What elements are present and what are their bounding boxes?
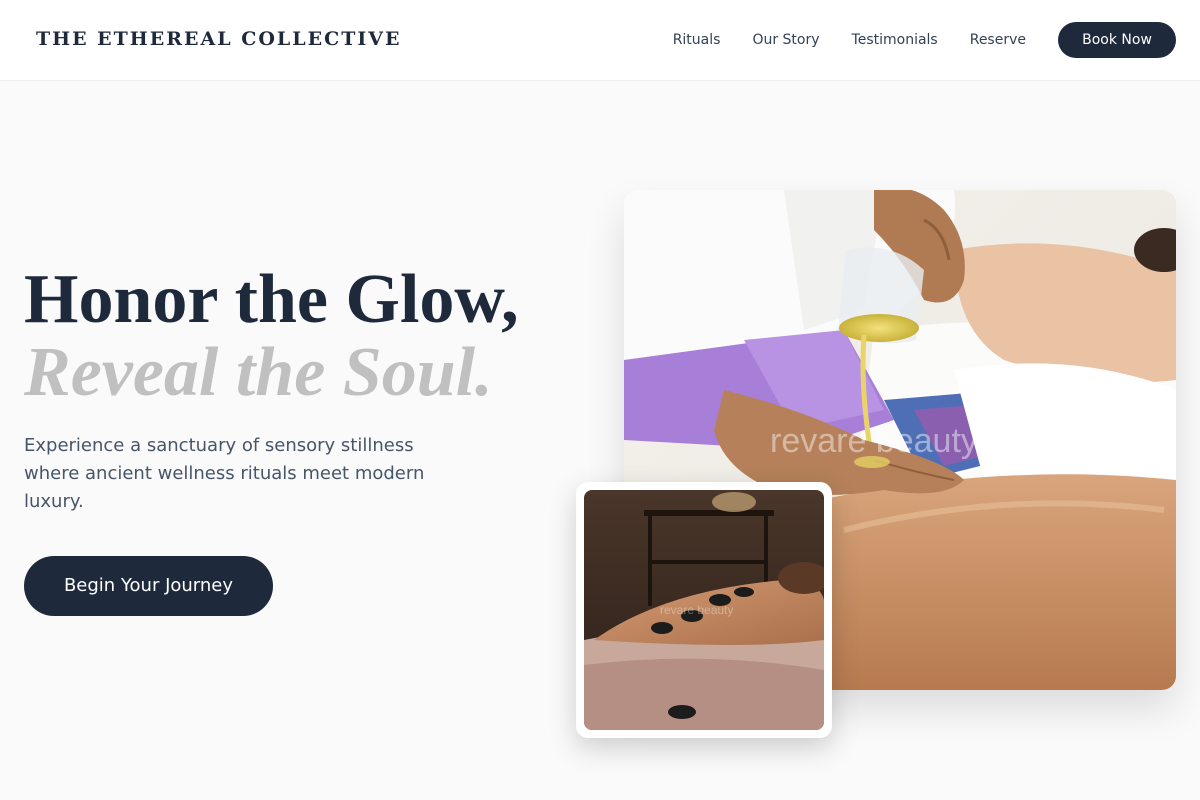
nav-testimonials[interactable]: Testimonials: [852, 22, 938, 58]
hot-stone-photo: revare beauty: [584, 490, 824, 730]
book-now-button[interactable]: Book Now: [1058, 22, 1176, 58]
nav-rituals[interactable]: Rituals: [673, 22, 721, 58]
hot-stone-photo-frame: revare beauty: [576, 482, 832, 738]
headline-line-2: Reveal the Soul.: [24, 334, 493, 411]
begin-journey-button[interactable]: Begin Your Journey: [24, 556, 273, 616]
hero-headline: Honor the Glow, Reveal the Soul.: [24, 262, 519, 408]
hero-subtitle: Experience a sanctuary of sensory stilln…: [24, 435, 425, 512]
site-header: THE ETHEREAL COLLECTIVE Rituals Our Stor…: [0, 0, 1200, 81]
nav-our-story[interactable]: Our Story: [752, 22, 819, 58]
main-watermark: revare beauty: [770, 422, 978, 460]
headline-line-1: Honor the Glow,: [24, 261, 519, 338]
brand-logo[interactable]: THE ETHEREAL COLLECTIVE: [36, 28, 401, 50]
main-nav: Rituals Our Story Testimonials Reserve B…: [673, 22, 1176, 58]
nav-reserve[interactable]: Reserve: [970, 22, 1026, 58]
small-watermark: revare beauty: [660, 603, 733, 617]
